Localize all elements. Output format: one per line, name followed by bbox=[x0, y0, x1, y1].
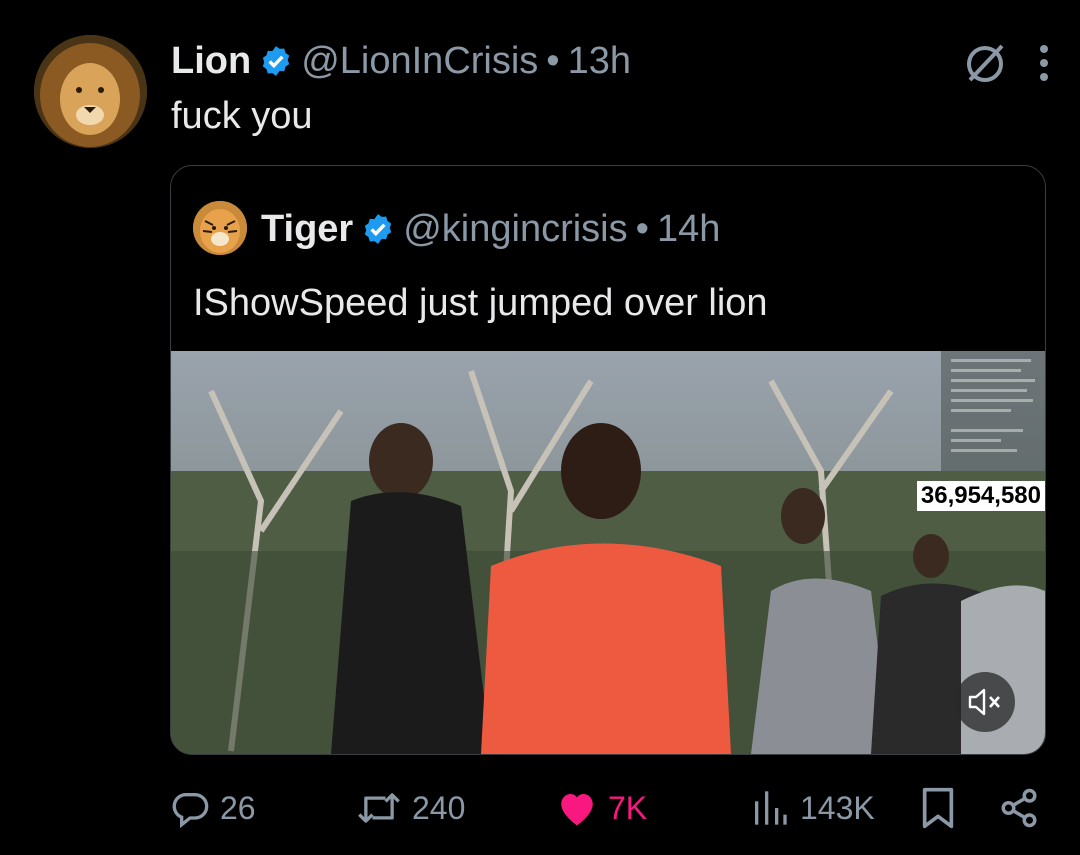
video-frame bbox=[171, 351, 1045, 754]
mute-icon[interactable] bbox=[955, 672, 1015, 732]
share-button[interactable] bbox=[998, 780, 1040, 836]
heart-icon bbox=[561, 794, 593, 826]
reply-icon bbox=[172, 793, 209, 828]
reply-count: 26 bbox=[220, 789, 256, 826]
share-icon bbox=[1001, 788, 1037, 828]
view-count: 143K bbox=[800, 789, 875, 826]
views-button[interactable]: 143K bbox=[750, 780, 875, 836]
video-player[interactable]: 36,954,580 bbox=[171, 351, 1045, 754]
bookmark-button[interactable] bbox=[918, 780, 958, 836]
separator-dot: • bbox=[635, 207, 649, 250]
reply-button[interactable]: 26 bbox=[170, 780, 256, 836]
post-header: Lion @LionInCrisis • 13h bbox=[171, 38, 631, 84]
repost-button[interactable]: 240 bbox=[356, 780, 465, 836]
post-text: fuck you bbox=[171, 95, 313, 137]
action-bar: 26 240 7K 143K bbox=[170, 780, 1050, 836]
like-count: 7K bbox=[608, 789, 648, 826]
author-avatar[interactable] bbox=[34, 35, 147, 148]
more-icon[interactable] bbox=[1038, 43, 1050, 83]
like-button[interactable]: 7K bbox=[556, 780, 647, 836]
views-icon bbox=[755, 791, 787, 825]
post-top-actions bbox=[962, 40, 1050, 86]
repost-icon bbox=[358, 793, 400, 823]
quoted-author-avatar[interactable] bbox=[193, 201, 247, 255]
verified-badge-icon bbox=[361, 212, 395, 246]
author-handle[interactable]: @LionInCrisis bbox=[301, 40, 538, 83]
quoted-post-timestamp[interactable]: 14h bbox=[657, 208, 720, 251]
bookmark-icon bbox=[922, 787, 954, 829]
grok-icon[interactable] bbox=[962, 40, 1008, 86]
author-name[interactable]: Lion bbox=[171, 40, 251, 83]
quoted-post[interactable]: Tiger @kingincrisis • 14h IShowSpeed jus… bbox=[170, 165, 1046, 755]
verified-badge-icon bbox=[259, 44, 293, 78]
separator-dot: • bbox=[546, 39, 560, 82]
post-timestamp[interactable]: 13h bbox=[568, 40, 631, 83]
viewer-counter: 36,954,580 bbox=[916, 481, 1045, 511]
quoted-author-handle[interactable]: @kingincrisis bbox=[403, 208, 627, 251]
quoted-post-text: IShowSpeed just jumped over lion bbox=[193, 282, 768, 324]
quoted-author-name[interactable]: Tiger bbox=[261, 208, 353, 251]
repost-count: 240 bbox=[412, 789, 466, 826]
quoted-post-header: Tiger @kingincrisis • 14h bbox=[261, 206, 720, 252]
